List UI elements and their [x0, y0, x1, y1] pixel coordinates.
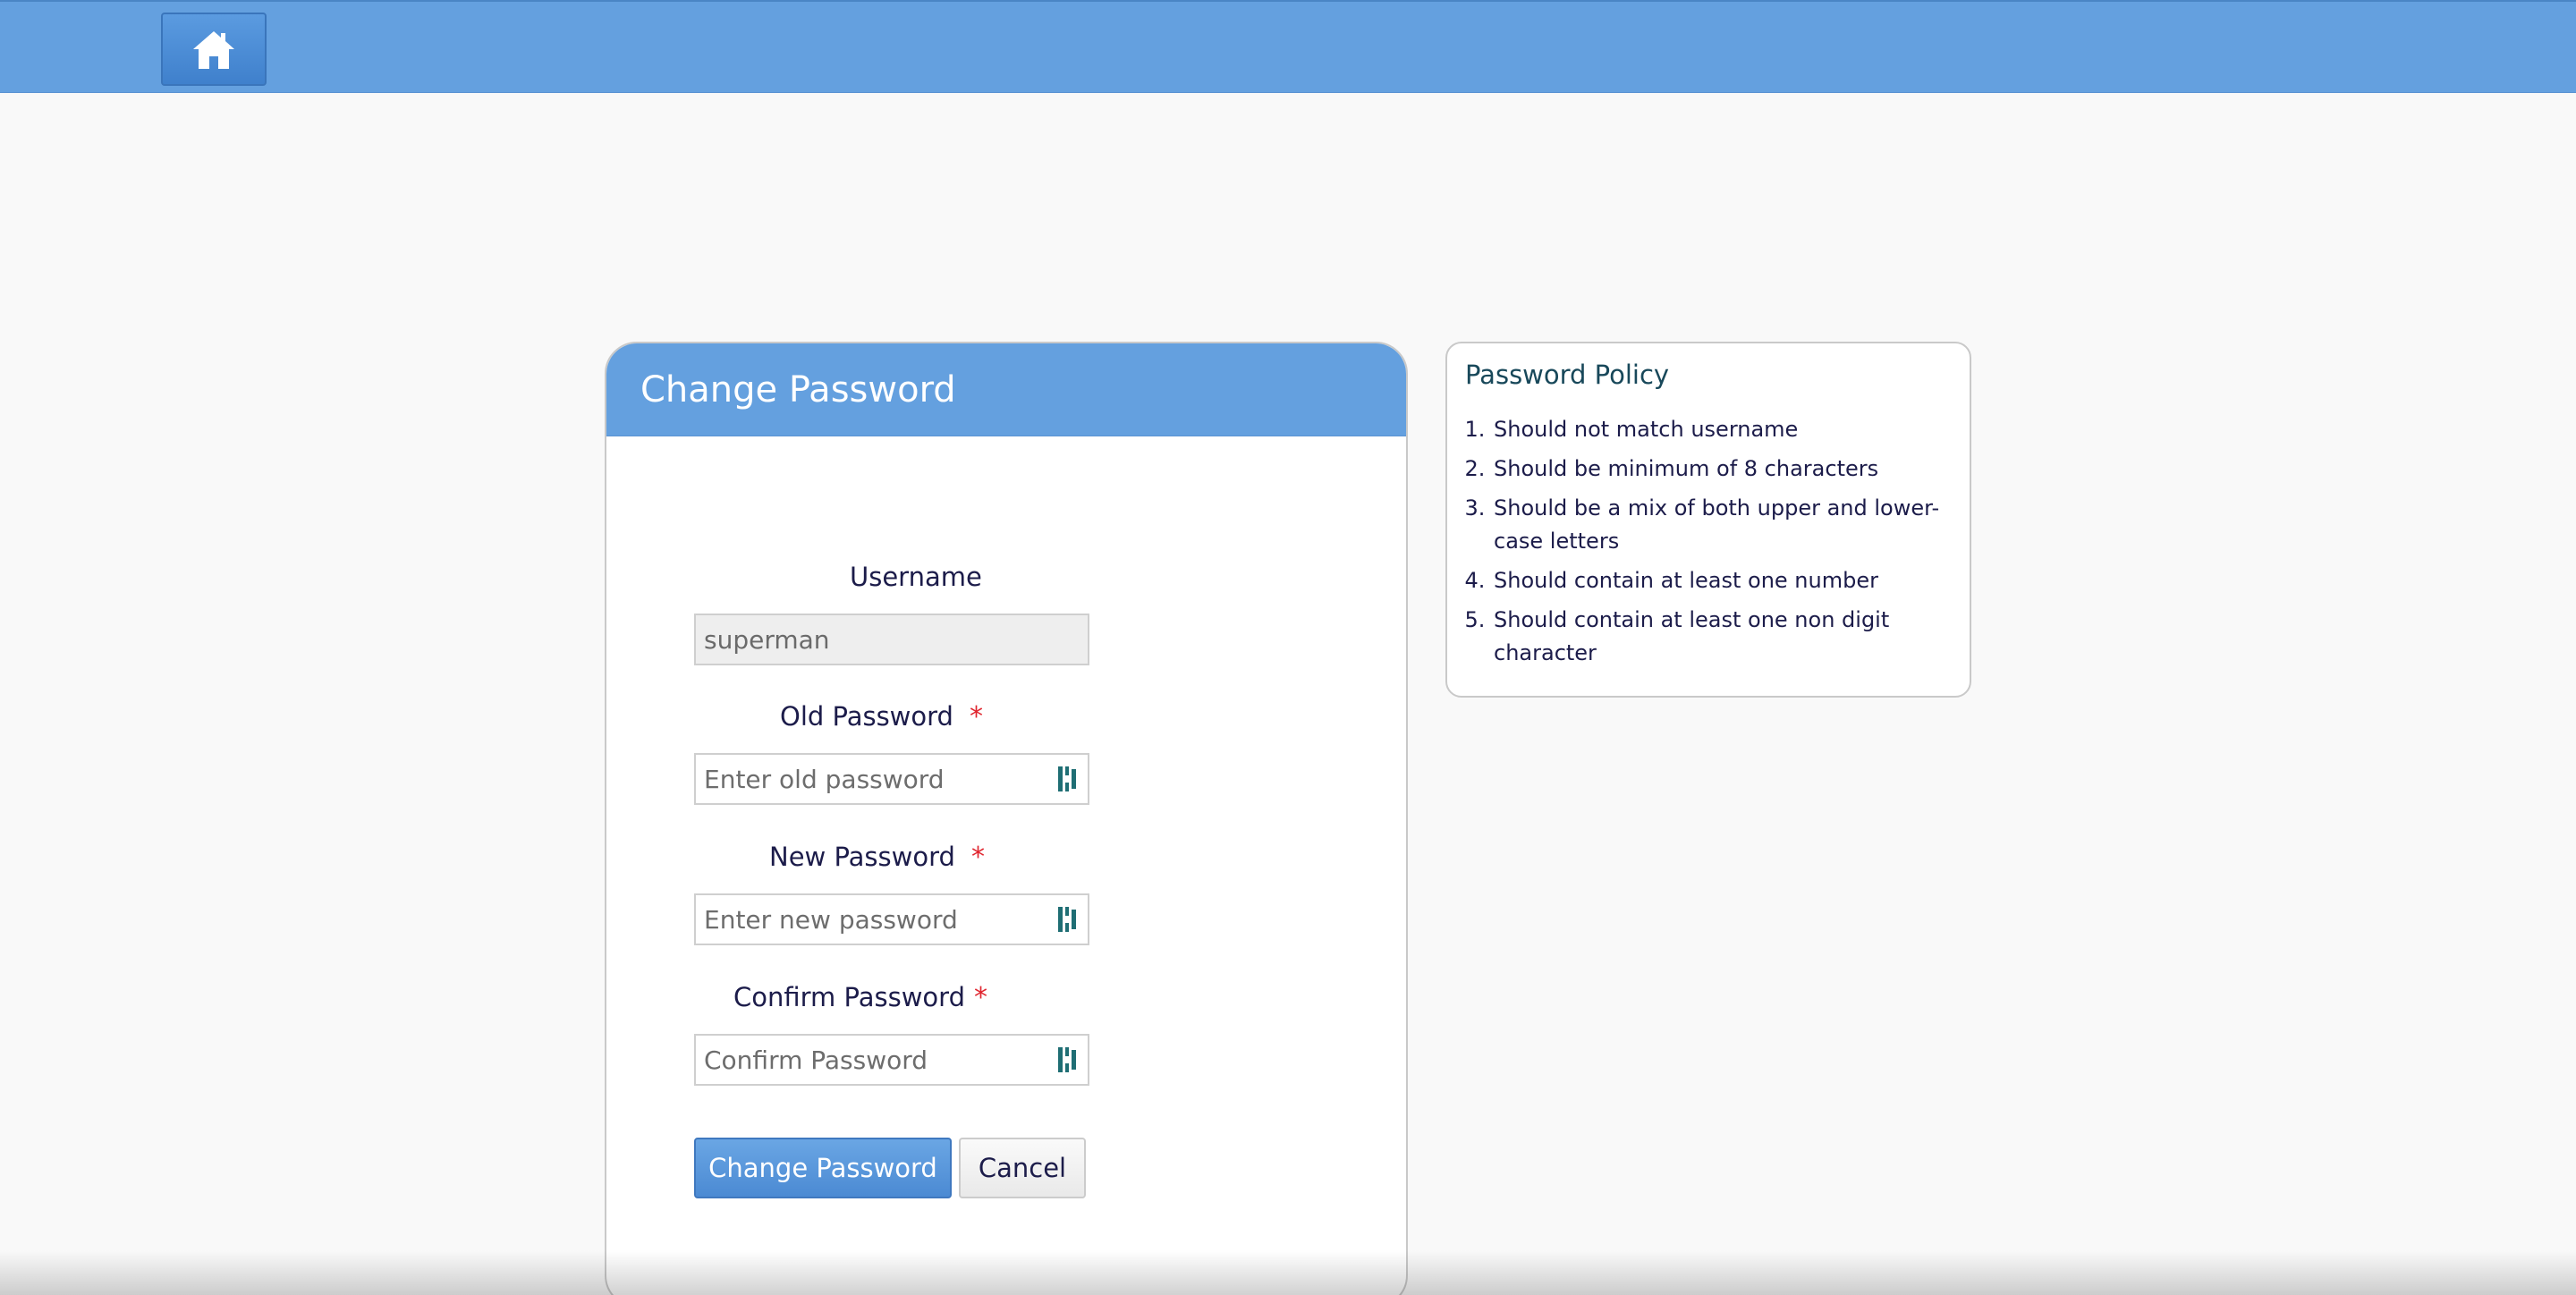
- old-password-label: Old Password *: [780, 701, 983, 732]
- top-navigation-bar: [0, 0, 2576, 93]
- policy-item: Should not match username: [1492, 413, 1952, 446]
- password-policy-title: Password Policy: [1465, 360, 1670, 390]
- old-password-field[interactable]: [694, 753, 1089, 805]
- username-label: Username: [850, 562, 982, 592]
- new-password-field[interactable]: [694, 893, 1089, 945]
- required-marker: *: [970, 842, 985, 873]
- password-policy-list: Should not match username Should be mini…: [1465, 413, 1952, 670]
- confirm-password-label: Confirm Password *: [733, 982, 987, 1013]
- password-manager-icon[interactable]: [1057, 766, 1080, 792]
- password-policy-panel: Password Policy Should not match usernam…: [1445, 342, 1971, 698]
- policy-item: Should contain at least one non digit ch…: [1492, 604, 1952, 670]
- change-password-button[interactable]: Change Password: [694, 1138, 952, 1198]
- old-password-label-text: Old Password: [780, 701, 953, 732]
- new-password-label-text: New Password: [769, 842, 955, 872]
- password-manager-icon[interactable]: [1057, 906, 1080, 933]
- policy-item: Should be a mix of both upper and lower-…: [1492, 492, 1952, 558]
- password-manager-icon[interactable]: [1057, 1046, 1080, 1073]
- page: Change Password Username Old Password * N…: [0, 0, 2576, 1295]
- new-password-label: New Password *: [769, 842, 985, 873]
- cancel-button[interactable]: Cancel: [959, 1138, 1086, 1198]
- required-marker: *: [973, 982, 987, 1013]
- confirm-password-label-text: Confirm Password: [733, 982, 965, 1012]
- username-field[interactable]: [694, 614, 1089, 665]
- required-marker: *: [969, 701, 983, 732]
- change-password-card: Change Password Username Old Password * N…: [605, 342, 1408, 1295]
- confirm-password-field[interactable]: [694, 1034, 1089, 1086]
- home-button[interactable]: [161, 13, 267, 86]
- policy-item: Should be minimum of 8 characters: [1492, 453, 1952, 486]
- policy-item: Should contain at least one number: [1492, 564, 1952, 597]
- username-label-text: Username: [850, 562, 982, 592]
- change-password-title: Change Password: [606, 343, 1406, 436]
- home-icon: [193, 31, 234, 69]
